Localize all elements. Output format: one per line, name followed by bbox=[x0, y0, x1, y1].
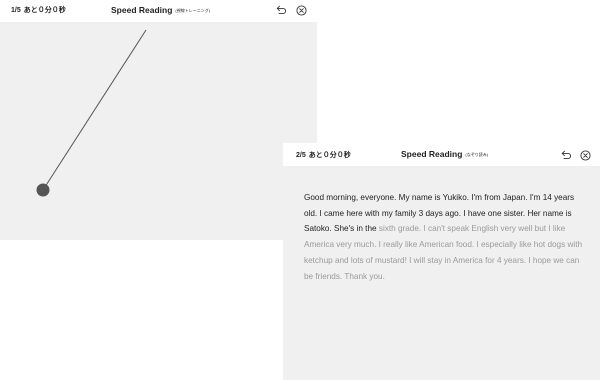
time-remaining: あと０分０秒 bbox=[308, 152, 351, 159]
eye-trace-line bbox=[42, 29, 147, 191]
title-text: Speed Reading bbox=[401, 149, 463, 159]
training-area[interactable] bbox=[0, 22, 317, 240]
page-counter: 2/5 bbox=[296, 152, 306, 159]
eye-training-panel: 1/5 あと０分０秒 Speed Reading (視線トレーニング) bbox=[0, 0, 317, 240]
tracing-reading-panel: 2/5 あと０分０秒 Speed Reading (なぞり読み) Good morn… bbox=[283, 143, 600, 380]
eye-trace-svg bbox=[36, 29, 147, 197]
reading-passage[interactable]: Good morning, everyone. My name is Yukik… bbox=[304, 190, 584, 284]
time-remaining: あと０分０秒 bbox=[23, 7, 66, 14]
reading-area[interactable]: Good morning, everyone. My name is Yukik… bbox=[283, 166, 600, 380]
panel-header: 1/5 あと０分０秒 Speed Reading (視線トレーニング) bbox=[0, 0, 317, 22]
tracking-dot[interactable] bbox=[36, 183, 50, 197]
progress-indicator: 2/5 あと０分０秒 bbox=[296, 151, 351, 161]
page-title: Speed Reading (なぞり読み) bbox=[401, 149, 488, 160]
title-subtitle: (なぞり読み) bbox=[465, 152, 489, 158]
close-circle-icon[interactable] bbox=[579, 149, 591, 161]
progress-indicator: 1/5 あと０分０秒 bbox=[11, 6, 66, 16]
back-arrow-icon[interactable] bbox=[275, 4, 287, 16]
close-circle-icon[interactable] bbox=[295, 4, 307, 16]
page-counter: 1/5 bbox=[11, 7, 21, 14]
back-arrow-icon[interactable] bbox=[560, 149, 572, 161]
panel-header: 2/5 あと０分０秒 Speed Reading (なぞり読み) bbox=[283, 143, 600, 166]
title-subtitle: (視線トレーニング) bbox=[175, 8, 211, 14]
title-text: Speed Reading bbox=[111, 5, 173, 15]
page-title: Speed Reading (視線トレーニング) bbox=[111, 5, 210, 16]
